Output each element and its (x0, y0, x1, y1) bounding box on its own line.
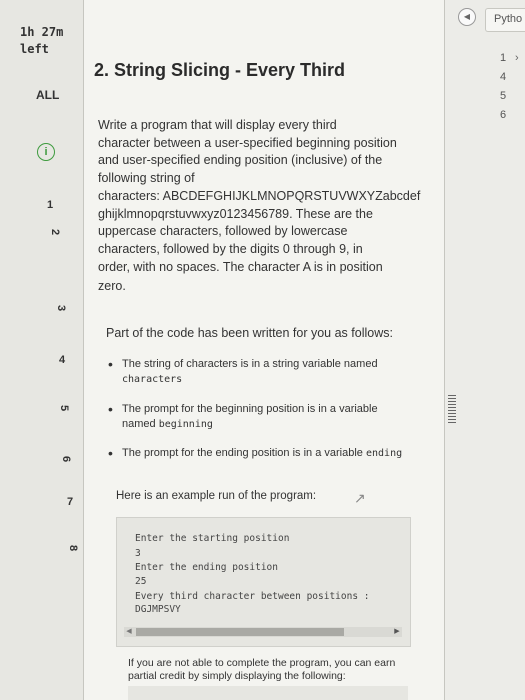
example-output-line: Enter the starting position (135, 533, 290, 544)
example-output-line: 25 (135, 576, 147, 587)
tab-python-label: Pytho (494, 13, 523, 25)
question-link-2[interactable]: 2 (49, 229, 61, 235)
description-line: character between a user-specified begin… (98, 135, 397, 150)
example-output-line: Every third character between positions … (135, 591, 370, 602)
partial-credit-note: If you are not able to complete the prog… (128, 657, 396, 682)
scroll-right-arrow-icon[interactable]: ▶ (392, 627, 402, 637)
time-remaining: 1h 27m left (20, 24, 63, 58)
example-output-line: DGJMPSVY (135, 604, 181, 615)
bullet-code: beginning (158, 419, 213, 430)
bullet-item: The string of characters is in a string … (108, 357, 412, 387)
all-questions-link[interactable]: ALL (36, 88, 59, 102)
mouse-cursor-icon: ↗ (354, 490, 366, 506)
time-remaining-suffix: left (20, 42, 49, 56)
description-line: ghijklmnopqrstuvwxyz0123456789. These ar… (98, 206, 373, 221)
example-lead: Here is an example run of the program: (116, 490, 317, 502)
code-intro: Part of the code has been written for yo… (106, 326, 393, 340)
description-line: and user-specified ending position (incl… (98, 153, 383, 168)
pane-resize-handle[interactable] (448, 395, 456, 425)
description-line: uppercase characters, followed by lowerc… (98, 224, 348, 239)
description-line: zero. (98, 279, 126, 294)
example-output-line: 3 (135, 548, 141, 559)
question-content: 2. String Slicing - Every Third Write a … (84, 0, 444, 700)
description-line: characters, followed by the digits 0 thr… (98, 241, 363, 256)
description-line: Write a program that will display every … (98, 118, 337, 132)
description-line: following string of (98, 171, 195, 186)
description-line: order, with no spaces. The character A i… (98, 259, 383, 274)
bullet-text: The prompt for the ending position is in… (122, 447, 363, 459)
collapse-chevron-icon[interactable]: ◀ (458, 8, 476, 26)
scroll-left-arrow-icon[interactable]: ◀ (124, 627, 134, 637)
bullet-code: ending (365, 448, 403, 459)
question-description: Write a program that will display every … (98, 117, 423, 296)
time-remaining-value: 1h 27m (20, 25, 64, 39)
question-link-8[interactable]: 8 (67, 545, 79, 551)
line-number: 1 (500, 52, 507, 64)
bullet-item: The prompt for the beginning position is… (108, 402, 412, 432)
horizontal-scrollbar[interactable]: ◀ ▶ (124, 627, 402, 637)
question-title: 2. String Slicing - Every Third (94, 60, 346, 80)
question-link-7[interactable]: 7 (67, 496, 73, 508)
example-output-line: Enter the ending position (135, 562, 278, 573)
question-link-5[interactable]: 5 (58, 405, 70, 411)
description-line: characters: ABCDEFGHIJKLMNOPQRSTUVWXYZab… (98, 188, 421, 203)
bullet-item: The prompt for the ending position is in… (108, 446, 412, 461)
tab-python[interactable]: Pytho (485, 8, 525, 32)
line-number: 6 (500, 109, 507, 121)
bullet-text: The string of characters is in a string … (122, 358, 378, 370)
question-link-1[interactable]: 1 (47, 199, 53, 211)
partial-output-box (128, 686, 408, 700)
question-link-6[interactable]: 6 (60, 456, 72, 462)
question-link-4[interactable]: 4 (59, 354, 65, 366)
line-number: 4 (500, 71, 507, 83)
question-sidebar: 1h 27m left ALL i 1 2 3 4 5 6 7 8 (0, 0, 84, 700)
chevron-right-icon: › (515, 52, 519, 64)
scrollbar-thumb[interactable] (136, 628, 344, 636)
bullet-code: characters (122, 374, 183, 385)
code-editor-pane[interactable] (444, 0, 525, 700)
line-number: 5 (500, 90, 507, 102)
info-icon[interactable]: i (37, 143, 55, 161)
question-link-3[interactable]: 3 (55, 305, 67, 311)
